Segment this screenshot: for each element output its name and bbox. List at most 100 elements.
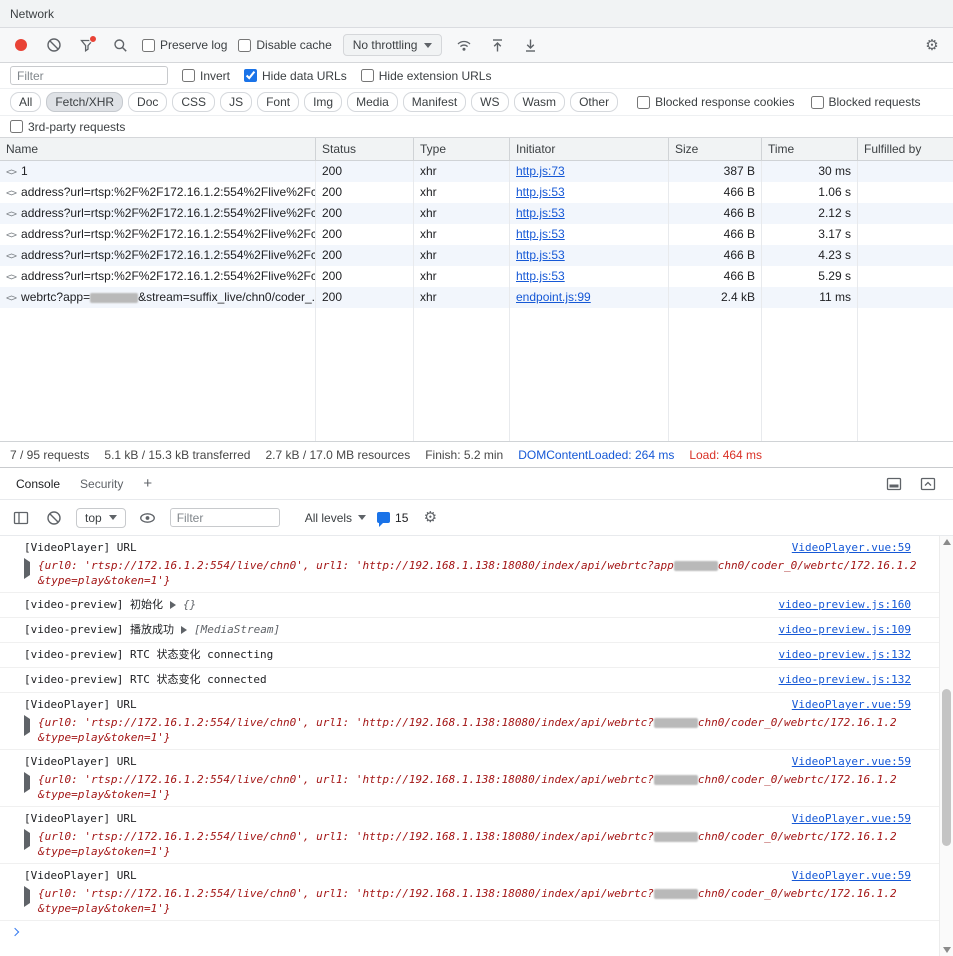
console-filter-input[interactable] [170,508,280,527]
source-location-link[interactable]: VideoPlayer.vue:59 [792,697,911,713]
drawer-tab-security[interactable]: Security [70,468,133,499]
hide-data-urls-checkbox[interactable]: Hide data URLs [244,69,347,83]
network-filter-input[interactable] [10,66,168,85]
type-chip-img[interactable]: Img [304,92,342,112]
disable-cache-checkbox[interactable]: Disable cache [238,38,331,52]
source-location-link[interactable]: video-preview.js:132 [779,647,911,663]
type-chip-wasm[interactable]: Wasm [514,92,566,112]
column-header-fulfilled-by[interactable]: Fulfilled by [858,138,953,160]
add-drawer-tab-button[interactable]: + [133,475,162,492]
table-row[interactable]: <>address?url=rtsp:%2F%2F172.16.1.2:554%… [0,182,953,203]
type-chip-doc[interactable]: Doc [128,92,167,112]
expand-icon [920,477,936,491]
column-header-status[interactable]: Status [316,138,414,160]
expand-arrow-icon[interactable] [24,829,30,850]
log-levels-select[interactable]: All levels [305,511,366,525]
clear-console-button[interactable] [43,507,65,529]
initiator-link[interactable]: http.js:53 [516,206,565,220]
network-settings-button[interactable]: ⚙ [921,34,943,56]
source-location-link[interactable]: VideoPlayer.vue:59 [792,754,911,770]
console-sidebar-toggle-button[interactable] [10,507,32,529]
type-chip-fetch-xhr[interactable]: Fetch/XHR [46,92,123,112]
table-row[interactable]: <>address?url=rtsp:%2F%2F172.16.1.2:554%… [0,203,953,224]
hide-extension-urls-input[interactable] [361,69,374,82]
create-live-expression-button[interactable] [137,507,159,529]
export-har-button[interactable] [519,34,541,56]
blocked-requests-checkbox[interactable]: Blocked requests [811,95,921,109]
blocked-response-cookies-input[interactable] [637,96,650,109]
throttling-select[interactable]: No throttling [343,34,443,56]
record-button[interactable] [10,34,32,56]
source-location-link[interactable]: VideoPlayer.vue:59 [792,540,911,556]
scroll-up-icon[interactable] [943,539,951,545]
object-preview: {url0: 'rtsp://172.16.1.2:554/live/chn0'… [38,558,933,588]
preserve-log-checkbox[interactable]: Preserve log [142,38,227,52]
initiator-link[interactable]: http.js:73 [516,164,565,178]
issues-counter[interactable]: 15 [377,511,408,525]
clear-network-log-button[interactable] [43,34,65,56]
filter-button[interactable] [76,34,98,56]
table-row[interactable]: <>address?url=rtsp:%2F%2F172.16.1.2:554%… [0,266,953,287]
hide-data-urls-input[interactable] [244,69,257,82]
expand-arrow-icon[interactable] [24,886,30,907]
blocked-requests-input[interactable] [811,96,824,109]
table-row[interactable]: <>1200xhrhttp.js:73387 B30 ms [0,161,953,182]
scrollbar-thumb[interactable] [942,689,951,846]
initiator-link[interactable]: http.js:53 [516,185,565,199]
drawer-tab-console[interactable]: Console [6,468,70,499]
expand-arrow-icon[interactable] [24,772,30,793]
network-conditions-button[interactable] [453,34,475,56]
hide-extension-urls-checkbox[interactable]: Hide extension URLs [361,69,492,83]
dock-drawer-button[interactable] [883,473,905,495]
third-party-requests-checkbox[interactable]: 3rd-party requests [10,120,125,134]
import-har-button[interactable] [486,34,508,56]
column-header-initiator[interactable]: Initiator [510,138,669,160]
type-chip-css[interactable]: CSS [172,92,215,112]
initiator-link[interactable]: http.js:53 [516,248,565,262]
request-initiator-cell: http.js:53 [510,203,669,224]
expand-arrow-icon[interactable] [181,626,187,634]
search-button[interactable] [109,34,131,56]
column-header-name[interactable]: Name [0,138,316,160]
table-row[interactable]: <>address?url=rtsp:%2F%2F172.16.1.2:554%… [0,224,953,245]
initiator-link[interactable]: endpoint.js:99 [516,290,591,304]
column-header-time[interactable]: Time [762,138,858,160]
type-chip-all[interactable]: All [10,92,41,112]
console-context-select[interactable]: top [76,508,126,528]
table-row[interactable]: <>webrtc?app=&stream=suffix_live/chn0/co… [0,287,953,308]
expand-arrow-icon[interactable] [170,601,176,609]
table-row[interactable]: <>address?url=rtsp:%2F%2F172.16.1.2:554%… [0,245,953,266]
blocked-response-cookies-checkbox[interactable]: Blocked response cookies [637,95,794,109]
scroll-down-icon[interactable] [943,947,951,953]
source-location-link[interactable]: video-preview.js:160 [779,597,911,613]
third-party-requests-input[interactable] [10,120,23,133]
disable-cache-input[interactable] [238,39,251,52]
expand-arrow-icon[interactable] [24,715,30,736]
source-location-link[interactable]: video-preview.js:132 [779,672,911,688]
request-status-cell: 200 [316,245,414,266]
type-chip-other[interactable]: Other [570,92,618,112]
invert-checkbox[interactable]: Invert [182,69,230,83]
expand-arrow-icon[interactable] [24,558,30,579]
console-scrollbar[interactable] [939,536,953,956]
console-prompt[interactable] [0,921,939,943]
source-location-link[interactable]: VideoPlayer.vue:59 [792,868,911,884]
initiator-link[interactable]: http.js:53 [516,269,565,283]
request-size-cell: 2.4 kB [669,287,762,308]
type-chip-font[interactable]: Font [257,92,299,112]
source-location-link[interactable]: video-preview.js:109 [779,622,911,638]
type-chip-js[interactable]: JS [220,92,252,112]
xhr-file-icon: <> [6,167,16,178]
console-settings-button[interactable]: ⚙ [419,507,441,529]
type-chip-manifest[interactable]: Manifest [403,92,466,112]
column-header-size[interactable]: Size [669,138,762,160]
column-header-type[interactable]: Type [414,138,510,160]
type-chip-media[interactable]: Media [347,92,398,112]
initiator-link[interactable]: http.js:53 [516,227,565,241]
expand-drawer-button[interactable] [917,473,939,495]
invert-input[interactable] [182,69,195,82]
preserve-log-input[interactable] [142,39,155,52]
type-chip-ws[interactable]: WS [471,92,508,112]
source-location-link[interactable]: VideoPlayer.vue:59 [792,811,911,827]
log-levels-value: All levels [305,511,352,525]
